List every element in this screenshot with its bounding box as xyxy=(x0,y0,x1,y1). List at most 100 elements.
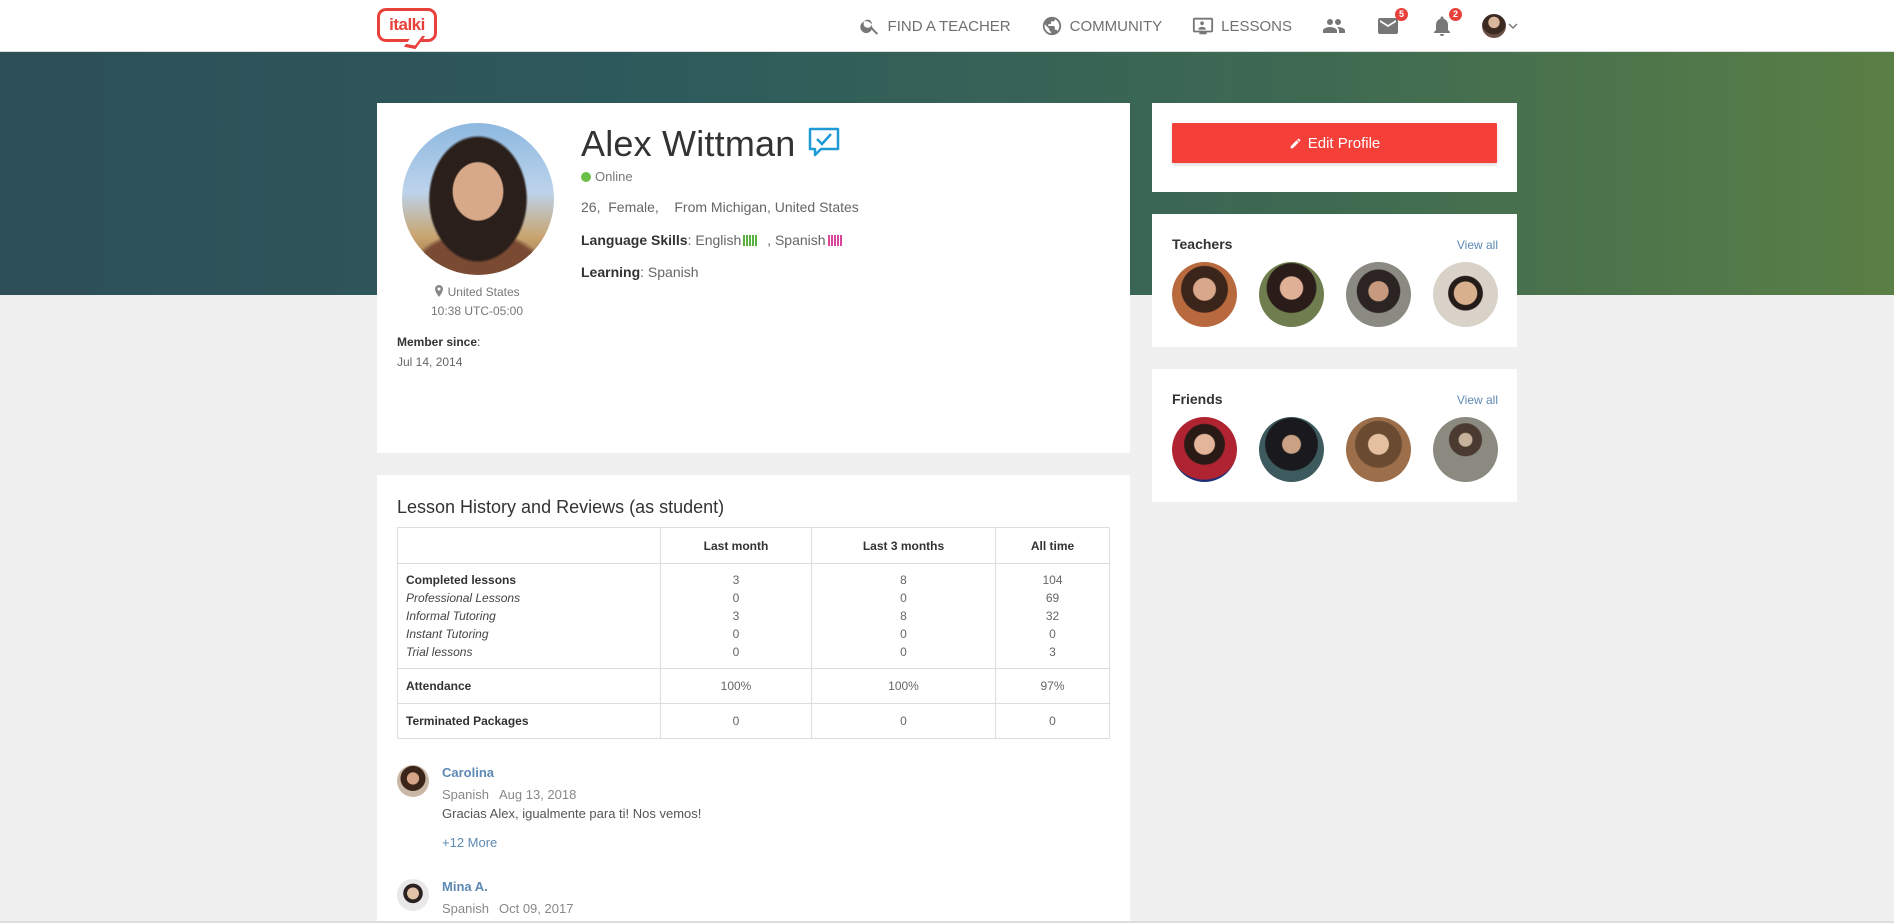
language-skills: Language Skills: English , Spanish xyxy=(581,232,848,248)
cell-value: 0 xyxy=(995,703,1110,739)
skill-english: English xyxy=(695,232,742,248)
nav-label: COMMUNITY xyxy=(1069,17,1163,35)
review-meta: Spanish Aug 13, 2018 xyxy=(442,787,576,802)
cell-value: 0 xyxy=(660,703,812,739)
cell-value: 3 xyxy=(732,609,740,623)
review-language: Spanish xyxy=(442,787,489,802)
notifications-button[interactable]: 2 xyxy=(1430,8,1462,38)
reviewer-avatar[interactable] xyxy=(397,879,429,911)
teacher-avatar[interactable] xyxy=(1172,262,1237,327)
map-pin-icon xyxy=(435,285,444,297)
people-icon xyxy=(1323,19,1345,33)
learning-value: Spanish xyxy=(647,264,699,280)
cell-value: 3 xyxy=(732,573,740,587)
more-reviews-link[interactable]: +12 More xyxy=(442,835,497,850)
reviewer-name-link[interactable]: Carolina xyxy=(442,765,494,780)
proficiency-bars-icon xyxy=(827,234,842,246)
local-time: 10:38 UTC-05:00 xyxy=(430,304,524,318)
friends-list xyxy=(1172,417,1498,482)
cell-value: 0 xyxy=(732,627,740,641)
column-header: Last 3 months xyxy=(811,527,996,564)
notifications-badge: 2 xyxy=(1449,8,1462,21)
proficiency-bars-icon xyxy=(743,234,758,246)
globe-icon xyxy=(1042,16,1061,36)
member-since-date: Jul 14, 2014 xyxy=(397,355,463,369)
edit-profile-button[interactable]: Edit Profile xyxy=(1172,123,1497,163)
cell-value: 100% xyxy=(811,668,996,704)
lesson-history-card: Lesson History and Reviews (as student) … xyxy=(377,475,1130,923)
friends-card: Friends View all xyxy=(1152,369,1517,502)
chevron-down-icon xyxy=(1508,23,1518,29)
online-label: Online xyxy=(595,169,633,184)
italki-logo[interactable]: italki xyxy=(377,8,437,42)
cell-value: 97% xyxy=(995,668,1110,704)
teacher-avatar[interactable] xyxy=(1433,262,1498,327)
reviewer-name-link[interactable]: Mina A. xyxy=(442,879,488,894)
cell-value: 100% xyxy=(660,668,812,704)
cell-value: 0 xyxy=(732,591,740,605)
cell-value: 0 xyxy=(900,627,907,641)
online-status: Online xyxy=(581,169,633,184)
nav-community[interactable]: COMMUNITY xyxy=(1041,15,1163,37)
location-block: United States 10:38 UTC-05:00 xyxy=(377,285,577,318)
edit-profile-label: Edit Profile xyxy=(1307,134,1381,152)
friends-button[interactable] xyxy=(1322,14,1346,38)
friend-avatar[interactable] xyxy=(1259,417,1324,482)
account-menu[interactable] xyxy=(1482,14,1518,38)
edit-card: Edit Profile xyxy=(1152,103,1517,192)
name-row: Alex Wittman xyxy=(581,123,841,165)
friend-avatar[interactable] xyxy=(1346,417,1411,482)
cell-value: 0 xyxy=(1049,627,1056,641)
row-label: Trial lessons xyxy=(406,645,473,659)
row-label: Attendance xyxy=(397,668,661,704)
learning: Learning: Spanish xyxy=(581,264,699,280)
column-header: All time xyxy=(995,527,1110,564)
teachers-list xyxy=(1172,262,1498,327)
skill-spanish: Spanish xyxy=(774,232,826,248)
cell-value: 0 xyxy=(900,591,907,605)
nav-label: LESSONS xyxy=(1221,17,1292,35)
lessons-icon xyxy=(1193,17,1214,35)
review-meta: Spanish Oct 09, 2017 xyxy=(442,901,573,916)
profile-name: Alex Wittman xyxy=(581,123,796,164)
cell-value: 8 xyxy=(900,573,907,587)
member-since: Member since: Jul 14, 2014 xyxy=(397,335,481,369)
teachers-card: Teachers View all xyxy=(1152,214,1517,347)
location-country: United States xyxy=(447,285,520,299)
review-date: Aug 13, 2018 xyxy=(498,787,577,802)
nav-find-a-teacher[interactable]: FIND A TEACHER xyxy=(859,15,1011,37)
row-label: Informal Tutoring xyxy=(406,609,496,623)
friends-view-all-link[interactable]: View all xyxy=(1457,393,1498,407)
teachers-view-all-link[interactable]: View all xyxy=(1457,238,1498,252)
friend-avatar[interactable] xyxy=(1172,417,1237,482)
avatar xyxy=(1482,14,1506,38)
cell-value: 0 xyxy=(900,645,907,659)
cell-value: 0 xyxy=(811,703,996,739)
table-row: Completed lessons Professional Lessons I… xyxy=(397,563,1110,669)
table-row: Attendance 100% 100% 97% xyxy=(397,668,1110,704)
lesson-stats-table: Last month Last 3 months All time Comple… xyxy=(397,527,1110,739)
search-icon xyxy=(859,19,878,35)
cell-value: 32 xyxy=(1045,609,1060,623)
skill-separator: , xyxy=(763,232,775,248)
skills-label: Language Skills xyxy=(581,232,688,248)
main-nav: FIND A TEACHER COMMUNITY LESSONS 5 2 xyxy=(829,0,1518,52)
nav-label: FIND A TEACHER xyxy=(887,17,1011,35)
table-header-row: Last month Last 3 months All time xyxy=(397,527,1110,564)
reviewer-avatar[interactable] xyxy=(397,765,429,797)
top-navigation-bar: italki FIND A TEACHER COMMUNITY LESSONS … xyxy=(0,0,1894,52)
table-row: Terminated Packages 0 0 0 xyxy=(397,703,1110,739)
teacher-avatar[interactable] xyxy=(1259,262,1324,327)
messages-badge: 5 xyxy=(1395,8,1408,21)
row-label: Instant Tutoring xyxy=(406,627,489,641)
cell-value: 8 xyxy=(900,609,907,623)
friend-avatar[interactable] xyxy=(1433,417,1498,482)
member-since-label: Member since xyxy=(397,335,478,349)
pencil-icon xyxy=(1290,138,1301,148)
cell-value: 3 xyxy=(1049,645,1056,659)
teacher-avatar[interactable] xyxy=(1346,262,1411,327)
messages-button[interactable]: 5 xyxy=(1376,8,1408,38)
profile-info: 26, Female, From Michigan, United States xyxy=(581,199,859,215)
review-language: Spanish xyxy=(442,901,489,916)
nav-lessons[interactable]: LESSONS xyxy=(1192,15,1292,37)
